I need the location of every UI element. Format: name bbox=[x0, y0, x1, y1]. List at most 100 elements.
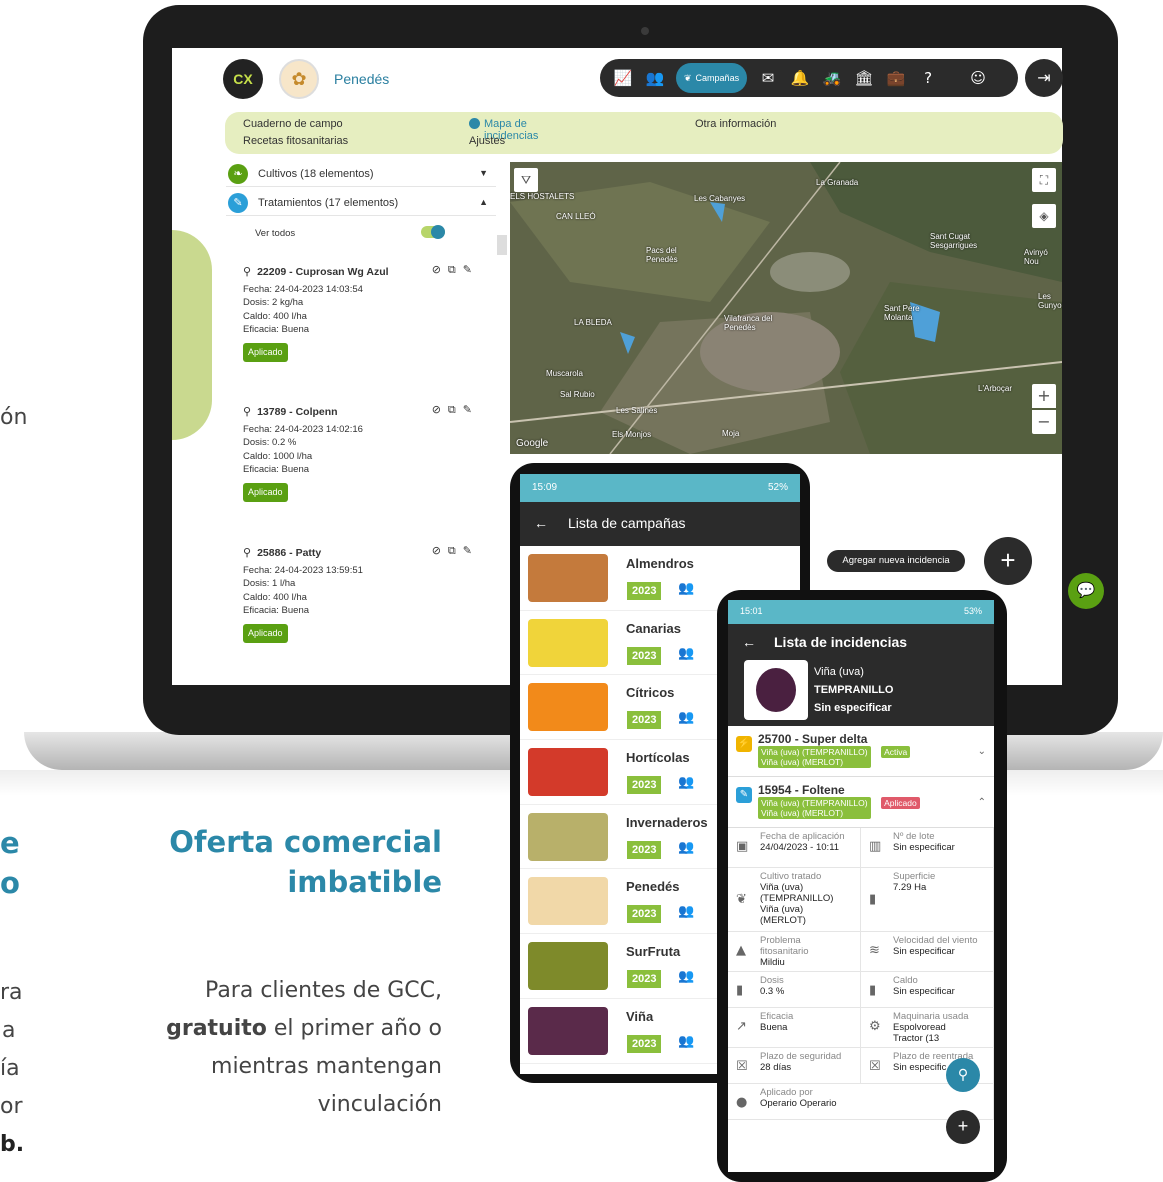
menu-item-mapa[interactable]: Mapa de incidencias bbox=[469, 118, 538, 142]
map-label: Els Monjos bbox=[612, 430, 652, 439]
add-incident-tooltip: Agregar nueva incidencia bbox=[827, 550, 965, 572]
campaign-name: Canarias bbox=[626, 620, 681, 636]
copy-icon[interactable]: ⧉ bbox=[448, 403, 463, 416]
treatment-broth: Caldo: 400 l/ha bbox=[243, 310, 307, 322]
edit-icon[interactable]: ✎ bbox=[463, 403, 479, 416]
map-label: Pacs del Penedès bbox=[646, 246, 678, 264]
detail-key: fitosanitario bbox=[760, 946, 809, 957]
copy-icon[interactable]: ⧉ bbox=[448, 544, 463, 557]
chart-icon[interactable]: 📈 bbox=[608, 69, 638, 87]
layers-icon[interactable]: ◈ bbox=[1032, 204, 1056, 228]
check-icon[interactable]: ⊘ bbox=[432, 263, 448, 276]
menu-item-cuaderno[interactable]: Cuaderno de campo bbox=[243, 118, 343, 130]
group-icon: 👥 bbox=[678, 969, 695, 985]
campaigns-button[interactable]: ❦ Campañas bbox=[676, 63, 748, 93]
detail-key: Cultivo tratado bbox=[760, 871, 822, 882]
detail-key: Plazo de seguridad bbox=[760, 1051, 842, 1062]
zoom-in-icon[interactable]: + bbox=[1032, 384, 1056, 408]
mail-icon[interactable]: ✉ bbox=[753, 69, 783, 87]
detail-key: Nº de lote bbox=[893, 831, 935, 842]
copy-icon[interactable]: ⧉ bbox=[448, 263, 463, 276]
orange-image bbox=[528, 683, 608, 732]
detail-value: 24/04/2023 - 10:11 bbox=[760, 842, 840, 853]
edit-icon[interactable]: ✎ bbox=[463, 544, 479, 557]
users-icon[interactable]: 👥 bbox=[640, 69, 670, 87]
treatment-card[interactable]: ⚲ 25886 - Patty ⊘⧉✎ Fecha: 24-04-2023 13:… bbox=[243, 544, 493, 643]
show-all-toggle[interactable] bbox=[421, 225, 445, 239]
search-icon[interactable]: ⚲ bbox=[946, 1058, 980, 1092]
add-incident-button[interactable]: + bbox=[984, 537, 1032, 585]
bell-icon[interactable]: 🔔 bbox=[785, 69, 815, 87]
crop-tag: Viña (uva) (TEMPRANILLO) Viña (uva) (MERL… bbox=[758, 797, 871, 819]
status-badge: Aplicado bbox=[881, 797, 920, 809]
logout-icon[interactable]: ⇥ bbox=[1025, 59, 1063, 97]
farm-name[interactable]: Penedés bbox=[334, 71, 389, 87]
left-text-fragment: ón bbox=[0, 405, 28, 430]
calendar-x-icon: ☒ bbox=[869, 1059, 881, 1074]
filter-icon[interactable]: ⛛ bbox=[514, 168, 538, 192]
detail-value: Tractor (13 bbox=[893, 1033, 940, 1044]
offer-body-line: vinculación bbox=[317, 1092, 442, 1117]
scrollbar[interactable] bbox=[497, 235, 507, 255]
app-bar: ← Lista de incidencias bbox=[728, 624, 994, 660]
app-logo[interactable]: CX bbox=[223, 59, 263, 99]
back-arrow-icon[interactable]: ← bbox=[742, 634, 756, 650]
crops-accordion[interactable]: ❧ Cultivos (18 elementos) ▼ bbox=[226, 163, 496, 187]
treatment-card[interactable]: ⚲ 22209 - Cuprosan Wg Azul ⊘⧉✎ Fecha: 24-… bbox=[243, 263, 493, 362]
offer-body-rest: el primer año o bbox=[266, 1016, 442, 1041]
add-button[interactable]: + bbox=[946, 1110, 980, 1144]
medical-kit-icon[interactable]: 💼 bbox=[881, 69, 911, 87]
farm-avatar[interactable]: ✿ bbox=[279, 59, 319, 99]
decorative-shape bbox=[172, 230, 212, 440]
sprout-icon: ❦ bbox=[736, 892, 747, 907]
chevron-down-icon: ▼ bbox=[479, 168, 488, 178]
menu-item-ajustes[interactable]: Ajustes bbox=[469, 135, 505, 147]
wind-icon: ≋ bbox=[869, 943, 880, 958]
incident-row[interactable]: ✎ 15954 - Foltene Viña (uva) (TEMPRANILL… bbox=[728, 777, 994, 828]
offer-body-line: gratuito el primer año o bbox=[120, 1010, 442, 1048]
menu-item-recetas[interactable]: Recetas fitosanitarias bbox=[243, 135, 348, 147]
chevron-down-icon[interactable]: ⌄ bbox=[978, 746, 986, 757]
treatment-date: Fecha: 24-04-2023 14:03:54 bbox=[243, 283, 363, 295]
treatment-card[interactable]: ⚲ 13789 - Colpenn ⊘⧉✎ Fecha: 24-04-2023 1… bbox=[243, 403, 493, 502]
wheat-icon: ✿ bbox=[291, 69, 307, 89]
map-label: Sant Pere Molanta bbox=[884, 304, 920, 322]
detail-value: 0.3 % bbox=[760, 986, 785, 997]
incidents-map[interactable]: La Granada Les Cabanyes Pacs del Penedès… bbox=[510, 162, 1062, 454]
map-label: Avinyó Nou bbox=[1024, 248, 1048, 266]
card-actions: ⊘⧉✎ bbox=[432, 544, 479, 558]
detail-key: Fecha de aplicación bbox=[760, 831, 845, 842]
detail-value: 28 días bbox=[760, 1062, 792, 1073]
building-icon[interactable]: 🏛 bbox=[849, 69, 879, 87]
status-time: 15:01 bbox=[740, 606, 763, 616]
leaf-icon: ❧ bbox=[228, 164, 248, 184]
detail-problema: ▲ Problema fitosanitario Mildiu bbox=[728, 932, 861, 972]
campaign-name: Invernaderos bbox=[626, 814, 708, 830]
fullscreen-icon[interactable]: ⛶ bbox=[1032, 168, 1056, 192]
left-body-fragment: ía bbox=[0, 1056, 20, 1081]
check-icon[interactable]: ⊘ bbox=[432, 403, 448, 416]
map-label: CAN LLEÓ bbox=[556, 212, 596, 221]
app-bar: ← Lista de campañas bbox=[520, 502, 800, 546]
edit-icon[interactable]: ✎ bbox=[463, 263, 479, 276]
treatment-title-text: 13789 - Colpenn bbox=[257, 406, 338, 418]
incident-row[interactable]: ⚡ 25700 - Super delta Viña (uva) (TEMPRA… bbox=[728, 726, 994, 777]
chevron-up-icon[interactable]: ⌃ bbox=[978, 797, 986, 808]
detail-value: Buena bbox=[760, 1022, 788, 1033]
detail-value: (MERLOT) bbox=[760, 915, 806, 926]
group-icon: 👥 bbox=[678, 775, 695, 791]
help-icon[interactable]: ? bbox=[913, 69, 943, 87]
menu-item-otra[interactable]: Otra información bbox=[695, 118, 776, 130]
status-badge: Aplicado bbox=[243, 482, 288, 502]
screen-title: Lista de incidencias bbox=[774, 634, 908, 650]
account-icon[interactable]: ☺ bbox=[963, 69, 993, 87]
tractor-icon[interactable]: 🚜 bbox=[817, 69, 847, 87]
chat-icon[interactable]: 💬 bbox=[1068, 573, 1104, 609]
campaign-name: Cítricos bbox=[626, 685, 675, 701]
detail-key: Superficie bbox=[893, 871, 936, 882]
check-icon[interactable]: ⊘ bbox=[432, 544, 448, 557]
map-label: L'Arboçar bbox=[978, 384, 1012, 393]
back-arrow-icon[interactable]: ← bbox=[534, 515, 548, 531]
treatments-accordion[interactable]: ✎ Tratamientos (17 elementos) ▲ bbox=[226, 192, 496, 216]
zoom-out-icon[interactable]: − bbox=[1032, 410, 1056, 434]
